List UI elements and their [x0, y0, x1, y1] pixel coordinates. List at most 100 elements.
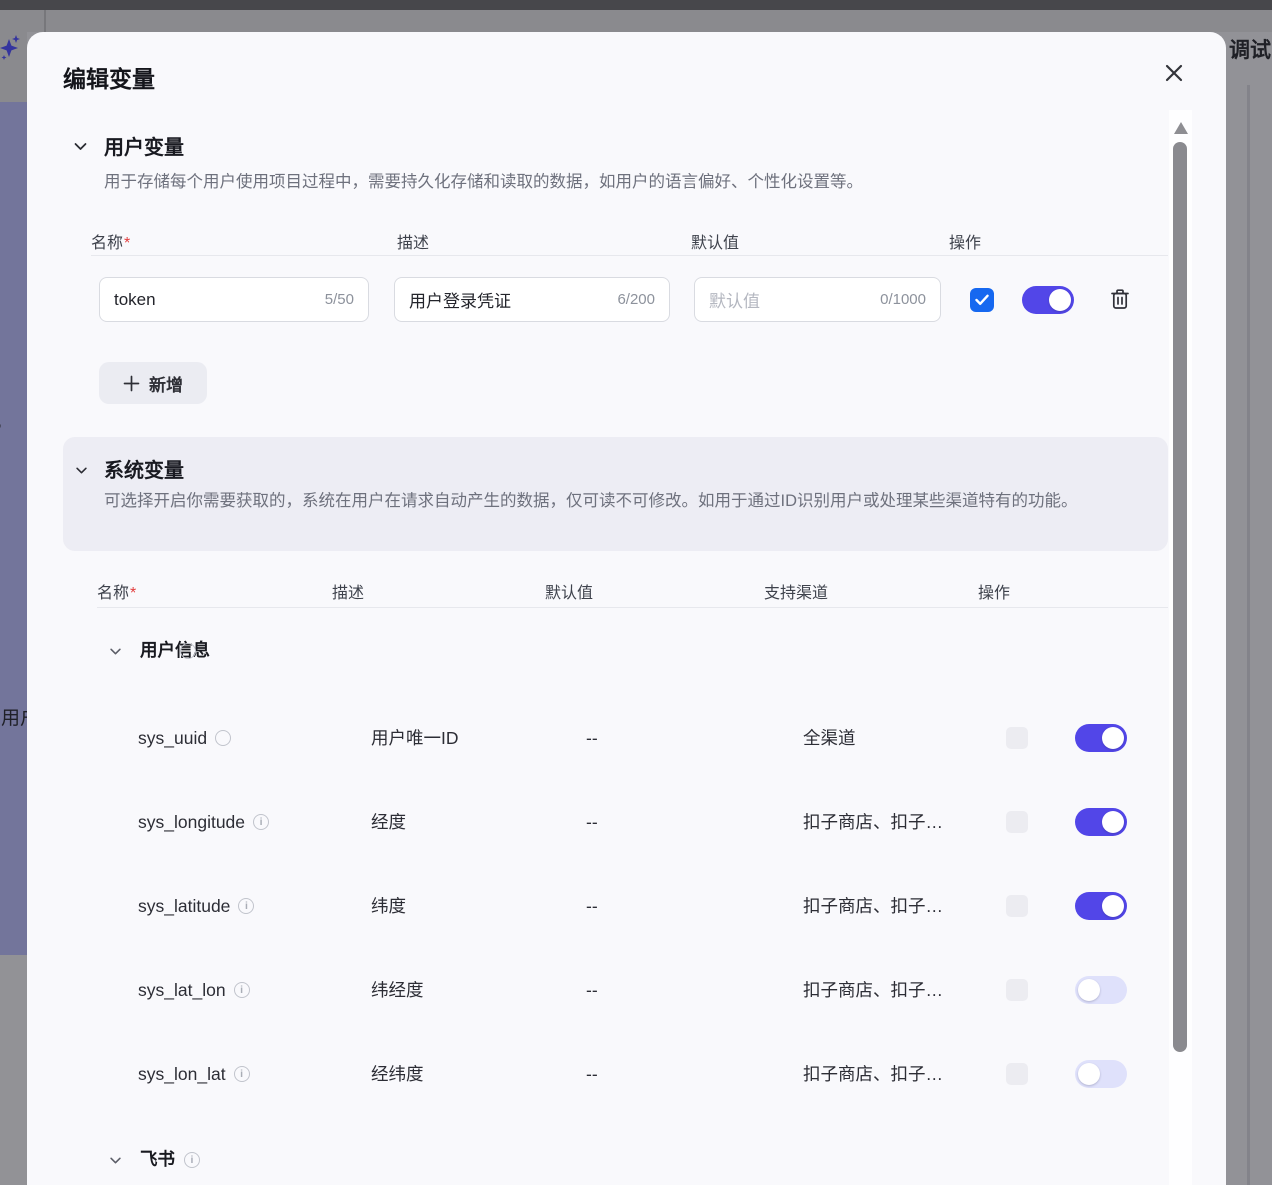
- char-counter: 5/50: [325, 291, 354, 308]
- column-header: 操作: [978, 579, 1010, 603]
- info-icon[interactable]: [215, 730, 231, 746]
- variable-channels: 扣子商店、扣子…: [803, 1060, 943, 1088]
- variable-description: 经纬度: [371, 1060, 424, 1088]
- enable-checkbox[interactable]: [970, 288, 994, 312]
- variable-channels: 全渠道: [803, 724, 856, 752]
- variable-description: 经度: [371, 808, 406, 836]
- disabled-checkbox: [1006, 895, 1028, 917]
- column-header: 支持渠道: [764, 579, 828, 603]
- close-icon: [1163, 62, 1185, 84]
- variable-default-placeholder: 默认值: [709, 287, 872, 312]
- info-icon[interactable]: [180, 643, 196, 659]
- scrollbar-up-arrow[interactable]: [1174, 122, 1188, 134]
- system-variables-section-header: 系统变量 可选择开启你需要获取的，系统在用户在请求自动产生的数据，仅可读不可修改…: [63, 437, 1168, 551]
- variable-toggle[interactable]: [1075, 1060, 1127, 1088]
- toggle-knob: [1102, 895, 1124, 917]
- variable-name: sys_lon_lat: [138, 1060, 226, 1088]
- info-icon[interactable]: i: [234, 1066, 250, 1082]
- browser-top-strip: [0, 0, 1272, 10]
- check-icon: [975, 294, 989, 306]
- coze-logo-icon: [0, 35, 24, 61]
- chevron-down-icon: [108, 644, 123, 659]
- disabled-checkbox: [1006, 727, 1028, 749]
- variable-desc-value: 用户登录凭证: [409, 287, 609, 312]
- variable-channels: 扣子商店、扣子…: [803, 976, 943, 1004]
- column-header: 操作: [949, 229, 981, 253]
- chevron-down-icon: [108, 1153, 123, 1168]
- variable-default-value: --: [586, 724, 598, 752]
- system-variable-row: sys_lat_lon i 纬经度 -- 扣子商店、扣子…: [27, 976, 1168, 1004]
- required-mark: *: [130, 585, 136, 602]
- table-divider: [91, 255, 1168, 256]
- close-button[interactable]: [1160, 59, 1188, 87]
- backdrop-left-bottom: [0, 955, 27, 1185]
- screen: ， 用户 调试 编辑变量 用户变量 用于存储每个用户使用项目过程中，需要持久化存…: [0, 0, 1272, 1185]
- disabled-checkbox: [1006, 1063, 1028, 1085]
- group-label: 飞书: [140, 1146, 175, 1171]
- system-variable-row: sys_lon_lat i 经纬度 -- 扣子商店、扣子…: [27, 1060, 1168, 1088]
- variable-toggle[interactable]: [1075, 724, 1127, 752]
- variable-default-value: --: [586, 976, 598, 1004]
- user-variables-section-title: 用户变量: [104, 131, 184, 160]
- disabled-checkbox: [1006, 811, 1028, 833]
- column-header: 描述: [332, 579, 364, 603]
- variable-description: 纬度: [371, 892, 406, 920]
- variable-default-input[interactable]: 默认值 0/1000: [694, 277, 941, 322]
- delete-variable-button[interactable]: [1109, 288, 1131, 316]
- column-header: 默认值: [691, 229, 739, 253]
- add-button-label: 新增: [149, 371, 183, 396]
- toggle-knob: [1049, 289, 1071, 311]
- info-icon[interactable]: i: [184, 1152, 200, 1168]
- system-variable-row: sys_longitude i 经度 -- 扣子商店、扣子…: [27, 808, 1168, 836]
- variable-toggle[interactable]: [1075, 808, 1127, 836]
- variable-toggle[interactable]: [1075, 976, 1127, 1004]
- variable-description: 用户唯一ID: [371, 724, 459, 752]
- edit-variables-dialog: 编辑变量 用户变量 用于存储每个用户使用项目过程中，需要持久化存储和读取的数据，…: [27, 32, 1226, 1185]
- variable-channels: 扣子商店、扣子…: [803, 892, 943, 920]
- column-header: 名称*: [97, 579, 136, 603]
- toggle-knob: [1102, 727, 1124, 749]
- variable-default-value: --: [586, 1060, 598, 1088]
- backdrop-left-panel: [0, 102, 27, 955]
- trash-icon: [1109, 288, 1131, 311]
- variable-toggle[interactable]: [1022, 286, 1074, 314]
- variable-description: 纬经度: [371, 976, 424, 1004]
- group-label: 用户信息: [140, 637, 210, 662]
- column-header: 默认值: [545, 579, 593, 603]
- header-divider: [44, 10, 46, 32]
- variable-default-value: --: [586, 808, 598, 836]
- backdrop-text-fragment: ，: [0, 405, 14, 434]
- variable-desc-input[interactable]: 用户登录凭证 6/200: [394, 277, 670, 322]
- info-icon[interactable]: i: [234, 982, 250, 998]
- system-variable-row: sys_uuid 用户唯一ID -- 全渠道: [27, 724, 1168, 752]
- system-variable-row: sys_latitude i 纬度 -- 扣子商店、扣子…: [27, 892, 1168, 920]
- chevron-down-icon[interactable]: [72, 138, 89, 155]
- debug-button[interactable]: 调试: [1229, 34, 1271, 64]
- variable-name: sys_uuid: [138, 724, 207, 752]
- variable-channels: 扣子商店、扣子…: [803, 808, 943, 836]
- dialog-title: 编辑变量: [63, 60, 155, 94]
- variable-name: sys_longitude: [138, 808, 245, 836]
- system-variables-description: 可选择开启你需要获取的，系统在用户在请求自动产生的数据，仅可读不可修改。如用于通…: [104, 486, 1159, 516]
- variable-name-value: token: [114, 290, 317, 310]
- toggle-knob: [1102, 811, 1124, 833]
- toggle-knob: [1078, 1063, 1100, 1085]
- variable-toggle[interactable]: [1075, 892, 1127, 920]
- system-variables-section-title: 系统变量: [104, 454, 184, 483]
- user-variables-description: 用于存储每个用户使用项目过程中，需要持久化存储和读取的数据，如用户的语言偏好、个…: [104, 167, 1094, 197]
- info-icon[interactable]: i: [238, 898, 254, 914]
- char-counter: 0/1000: [880, 291, 926, 308]
- app-header-dimmed: [0, 10, 1272, 32]
- variable-name: sys_latitude: [138, 892, 230, 920]
- column-header: 描述: [397, 229, 429, 253]
- scrollbar-thumb[interactable]: [1173, 142, 1187, 1052]
- chevron-down-icon[interactable]: [74, 463, 89, 478]
- toggle-knob: [1078, 979, 1100, 1001]
- required-mark: *: [124, 235, 130, 252]
- disabled-checkbox: [1006, 979, 1028, 1001]
- info-icon[interactable]: i: [253, 814, 269, 830]
- variable-name-input[interactable]: token 5/50: [99, 277, 369, 322]
- plus-icon: [123, 375, 140, 392]
- add-variable-button[interactable]: 新增: [99, 362, 207, 404]
- table-divider: [97, 607, 1168, 608]
